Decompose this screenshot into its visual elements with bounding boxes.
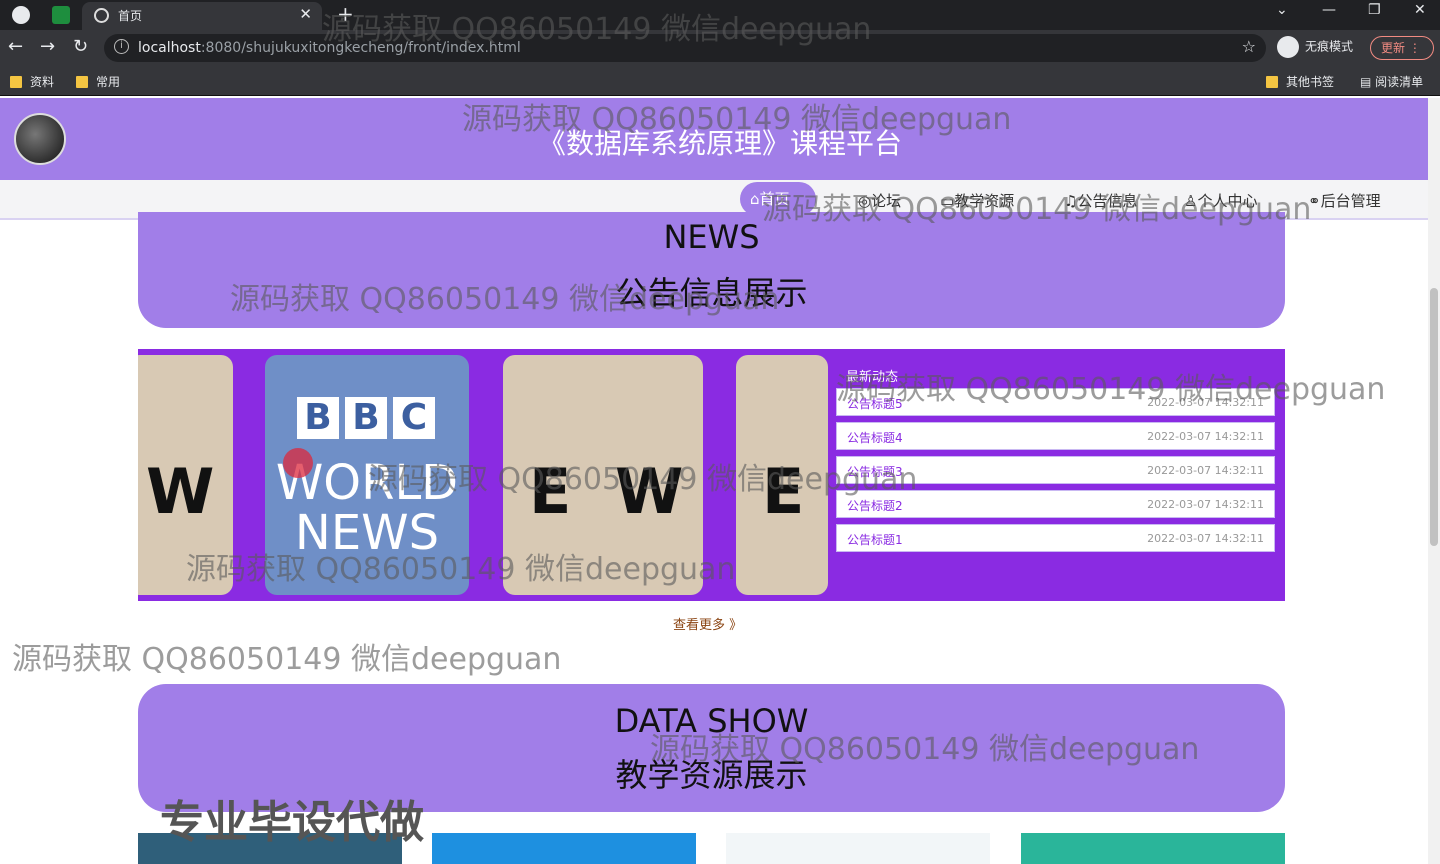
news-image-card[interactable]: E — [736, 355, 828, 595]
nav-label: 后台管理 — [1320, 192, 1381, 210]
nav-admin[interactable]: ⚭后台管理 — [1308, 190, 1381, 211]
bookmark-label: 常用 — [96, 75, 121, 89]
folder-icon — [76, 76, 88, 88]
cursor-highlight — [283, 448, 313, 478]
news-section-header: NEWS 公告信息展示 — [138, 212, 1285, 328]
nav-resources[interactable]: ▭教学资源 — [940, 190, 1014, 211]
bookmark-label: 其他书签 — [1286, 75, 1335, 89]
card-letter: E — [529, 455, 572, 528]
bookmarks-bar: 资料 常用 其他书签 ▤ 阅读清单 — [0, 66, 1440, 96]
view-more-link[interactable]: 查看更多 》 — [673, 614, 742, 633]
news-list-item[interactable]: 公告标题3 2022-03-07 14:32:11 — [836, 456, 1275, 484]
reload-icon[interactable]: ↻ — [73, 36, 88, 57]
new-tab-button[interactable]: + — [337, 2, 354, 26]
news-title: 公告标题3 — [847, 465, 903, 479]
back-icon[interactable]: ← — [8, 36, 23, 57]
url-input[interactable]: i localhost:8080/shujukuxitongkecheng/fr… — [104, 34, 1266, 62]
section-title-cn: 公告信息展示 — [615, 274, 808, 312]
url-text: localhost:8080/shujukuxitongkecheng/fron… — [138, 40, 521, 56]
bookmark-label: 资料 — [30, 75, 55, 89]
site-header: 《数据库系统原理》课程平台 — [0, 98, 1428, 180]
tab-home[interactable]: 首页 ✕ — [82, 2, 322, 30]
nav-label: 论坛 — [871, 192, 902, 210]
reading-list-icon: ▤ — [1360, 75, 1376, 89]
bell-icon: ♫ — [1064, 192, 1078, 210]
nav-home[interactable]: ⌂首页 — [740, 182, 816, 216]
latest-news-label: 最新动态 — [846, 370, 899, 385]
update-button[interactable]: 更新 ⋮ — [1370, 36, 1434, 60]
card-letter: W — [146, 455, 215, 528]
reading-list[interactable]: ▤ 阅读清单 — [1360, 73, 1423, 90]
news-image-card[interactable]: W — [138, 355, 233, 595]
bookmark-star-icon[interactable]: ☆ — [1242, 37, 1256, 56]
news-list-item[interactable]: 公告标题4 2022-03-07 14:32:11 — [836, 422, 1275, 450]
forum-icon: ◎ — [858, 192, 872, 210]
news-image-card[interactable]: E W — [503, 355, 703, 595]
book-icon: ▭ — [940, 192, 955, 210]
news-title: 公告标题5 — [847, 397, 903, 411]
overlay-text: 专业毕设代做 — [160, 797, 424, 848]
other-bookmarks[interactable]: 其他书签 — [1266, 73, 1334, 90]
update-label: 更新 — [1381, 41, 1406, 55]
nav-label: 教学资源 — [954, 192, 1015, 210]
incognito-indicator[interactable]: 无痕模式 — [1277, 36, 1353, 60]
news-date: 2022-03-07 14:32:11 — [1147, 532, 1264, 545]
globe-icon — [94, 8, 109, 23]
resource-thumbnail[interactable] — [1021, 833, 1285, 864]
page-scrollbar[interactable] — [1428, 98, 1440, 864]
browser-tabbar: 首页 ✕ + ⌄ — ❐ ✕ — [0, 0, 1440, 30]
folder-icon — [1266, 76, 1278, 88]
news-title: 公告标题4 — [847, 431, 903, 445]
close-icon[interactable]: ✕ — [299, 5, 312, 23]
nav-label: 个人中心 — [1197, 192, 1258, 210]
user-icon: ♙ — [1184, 192, 1198, 210]
news-date: 2022-03-07 14:32:11 — [1147, 396, 1264, 409]
folder-icon — [10, 76, 22, 88]
bookmark-label: 阅读清单 — [1375, 75, 1424, 89]
bookmark-folder[interactable]: 资料 — [10, 73, 54, 90]
scrollbar-thumb[interactable] — [1430, 288, 1438, 546]
card-letter: W — [615, 455, 684, 528]
news-list-item[interactable]: 公告标题1 2022-03-07 14:32:11 — [836, 524, 1275, 552]
bbc-line: NEWS — [294, 505, 440, 561]
news-list-item[interactable]: 公告标题2 2022-03-07 14:32:11 — [836, 490, 1275, 518]
watermark: 源码获取 QQ86050149 微信deepguan — [12, 642, 562, 677]
tab-title: 首页 — [118, 9, 143, 23]
window-close-icon[interactable]: ✕ — [1414, 2, 1426, 18]
nav-forum[interactable]: ◎论坛 — [858, 190, 901, 211]
link-icon: ⚭ — [1308, 192, 1321, 210]
address-bar-row: ← → ↻ i localhost:8080/shujukuxitongkech… — [0, 30, 1440, 66]
news-date: 2022-03-07 14:32:11 — [1147, 464, 1264, 477]
sheets-icon[interactable] — [52, 6, 70, 24]
minimize-icon[interactable]: — — [1322, 2, 1336, 18]
resource-thumbnail[interactable] — [432, 833, 696, 864]
browser-menu-icon[interactable] — [12, 6, 30, 24]
site-title: 《数据库系统原理》课程平台 — [537, 127, 902, 160]
bbc-letter: B — [345, 397, 387, 439]
tab-search-icon[interactable]: ⌄ — [1276, 2, 1288, 18]
bbc-letter: B — [297, 397, 339, 439]
forward-icon[interactable]: → — [40, 36, 55, 57]
news-date: 2022-03-07 14:32:11 — [1147, 430, 1264, 443]
section-title-en: DATA SHOW — [614, 702, 809, 740]
incognito-icon — [1277, 36, 1299, 58]
url-path: :8080/shujukuxitongkecheng/front/index.h… — [200, 40, 521, 56]
resource-thumbnail[interactable] — [726, 833, 990, 864]
nav-label: 公告信息 — [1077, 192, 1138, 210]
news-date: 2022-03-07 14:32:11 — [1147, 498, 1264, 511]
news-title: 公告标题1 — [847, 533, 903, 547]
card-letter: E — [762, 455, 805, 528]
section-title-en: NEWS — [663, 218, 760, 256]
nav-profile[interactable]: ♙个人中心 — [1184, 190, 1257, 211]
news-title: 公告标题2 — [847, 499, 903, 513]
bookmark-folder[interactable]: 常用 — [76, 73, 120, 90]
restore-icon[interactable]: ❐ — [1368, 2, 1381, 18]
news-list-item[interactable]: 公告标题5 2022-03-07 14:32:11 — [836, 388, 1275, 416]
nav-notices[interactable]: ♫公告信息 — [1064, 190, 1137, 211]
info-icon[interactable]: i — [114, 39, 129, 54]
url-host: localhost — [138, 40, 201, 56]
bbc-letter: C — [393, 397, 435, 439]
incognito-label: 无痕模式 — [1305, 39, 1354, 54]
